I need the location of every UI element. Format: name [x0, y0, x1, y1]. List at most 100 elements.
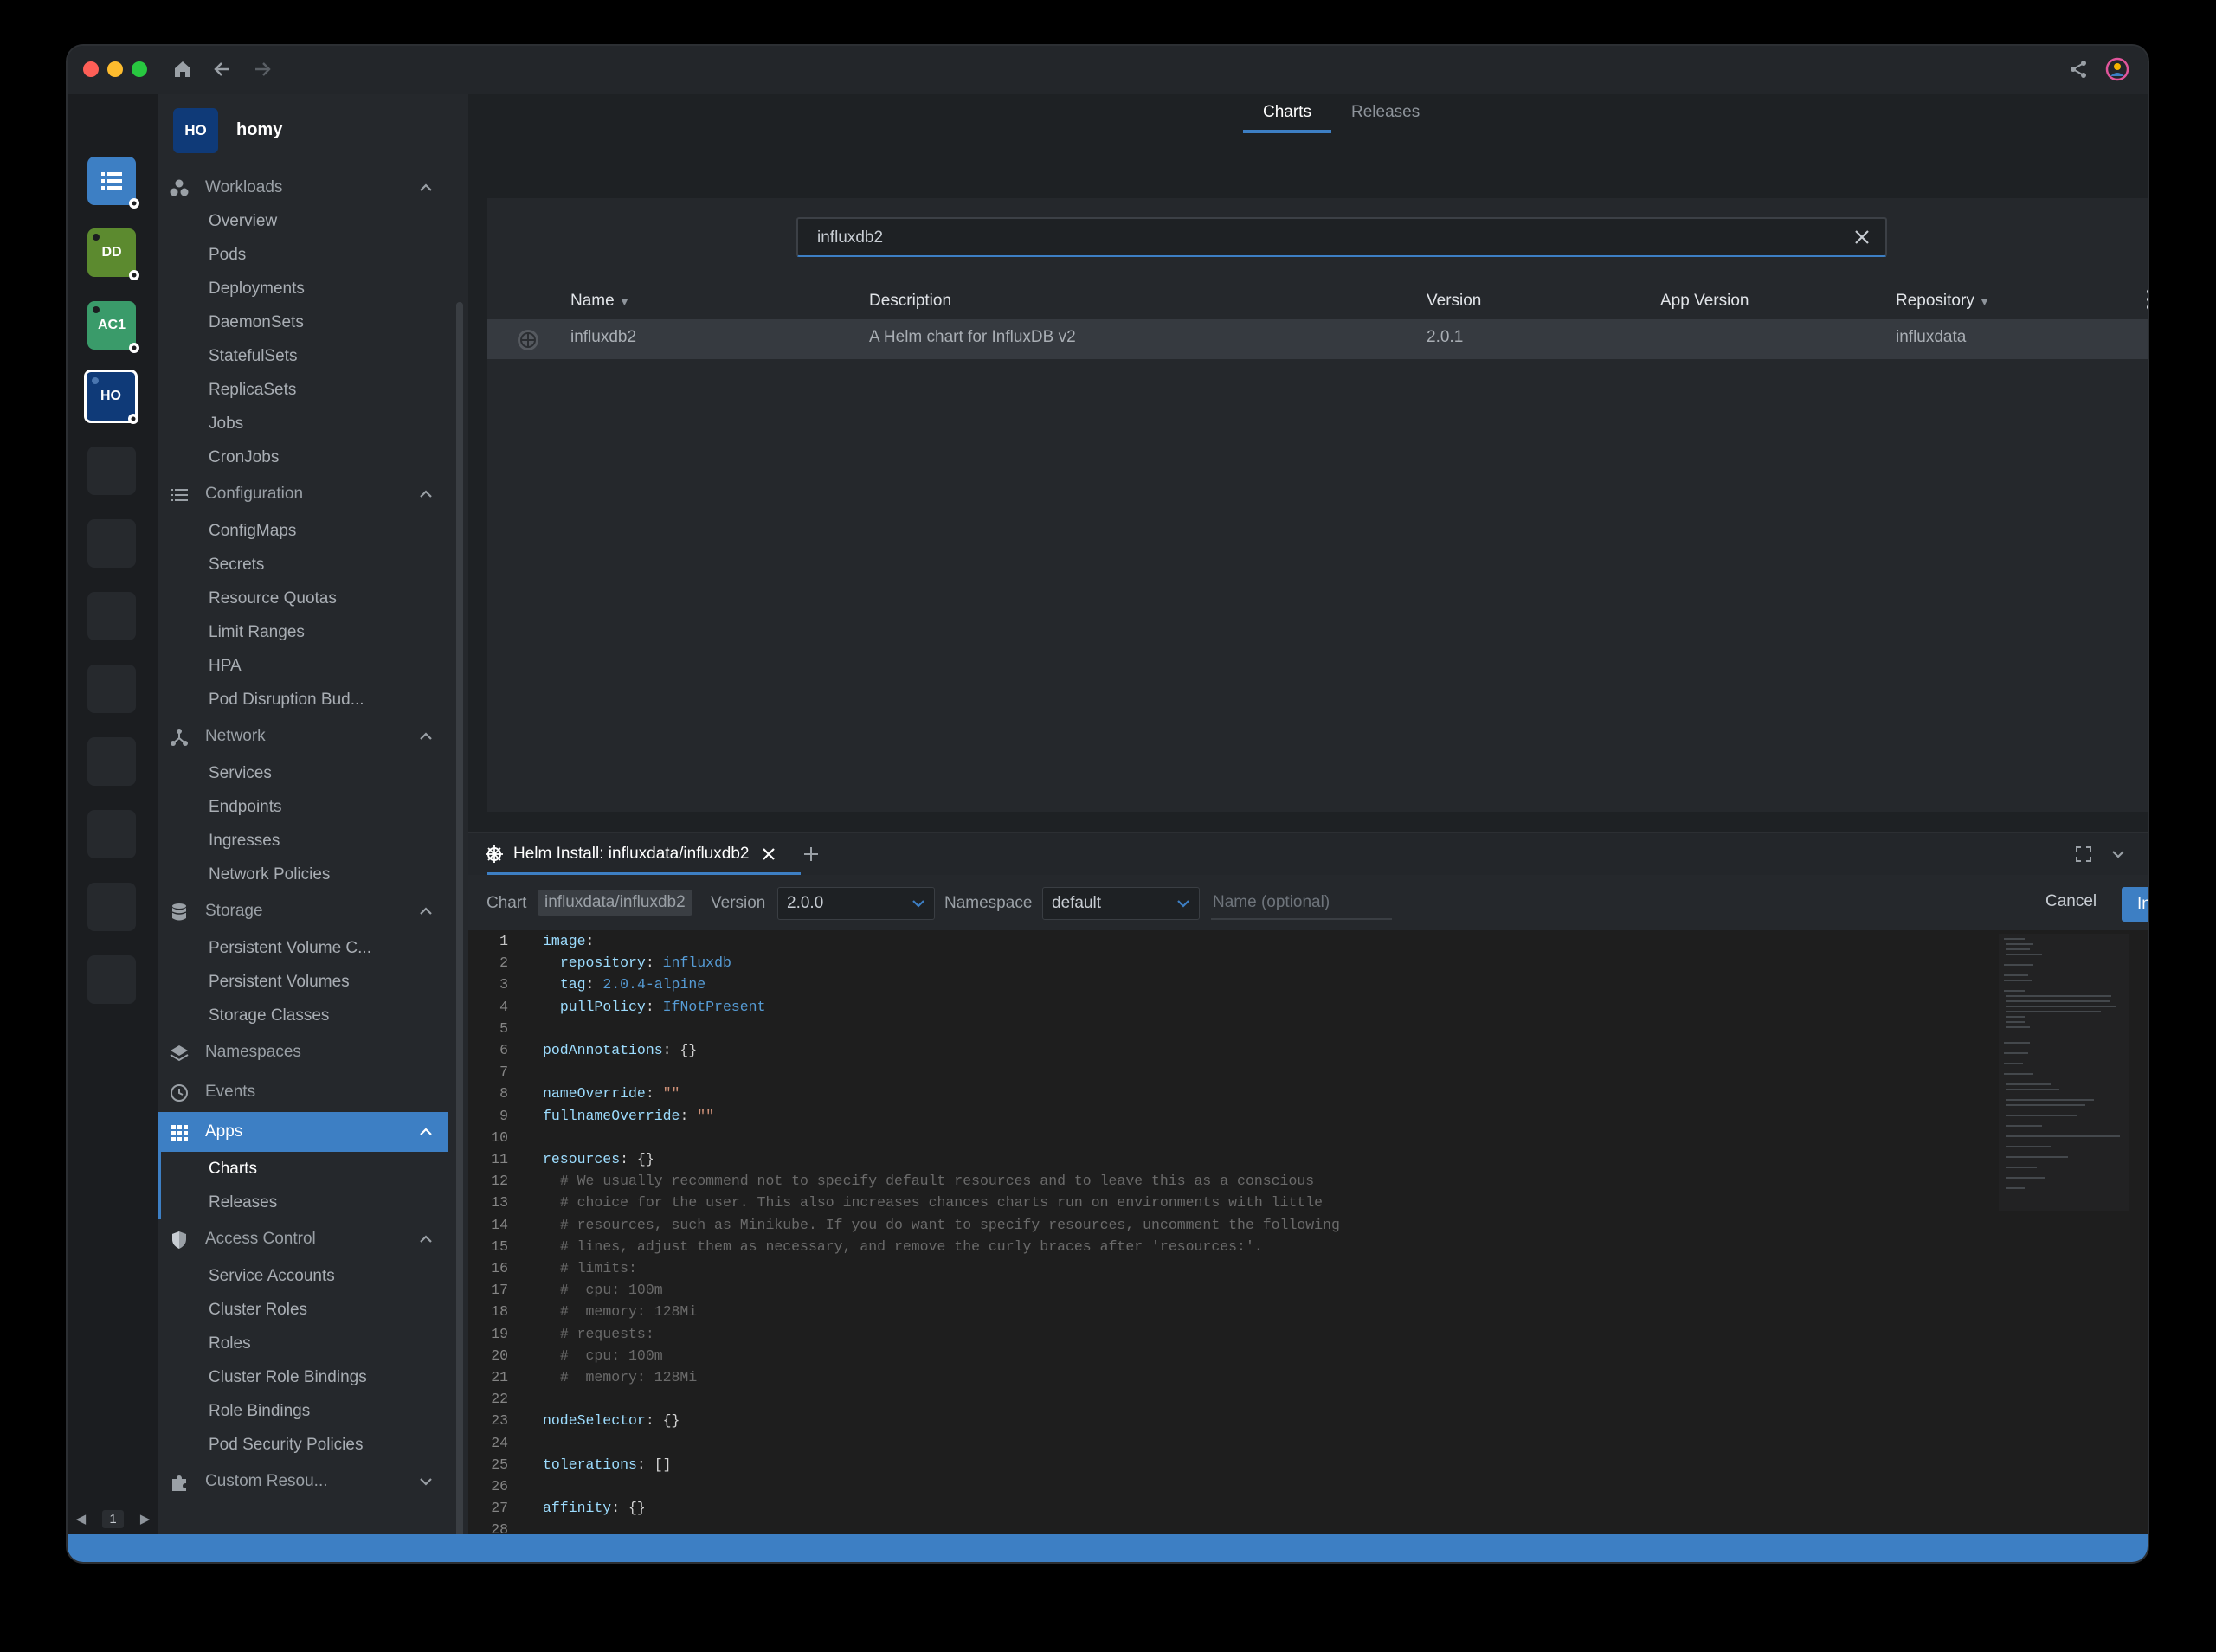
home-icon[interactable]: [170, 56, 196, 82]
add-tab-icon[interactable]: [802, 845, 820, 863]
sidebar-item-configmaps[interactable]: ConfigMaps: [158, 514, 448, 548]
sidebar-section-configuration[interactable]: Configuration: [158, 474, 448, 514]
sidebar-item-persistent-volumes[interactable]: Persistent Volumes: [158, 965, 448, 999]
dock-panel: Helm Install: influxdata/influxdb2 Chart…: [468, 832, 2148, 1560]
cancel-button[interactable]: Cancel: [2045, 892, 2097, 911]
back-arrow-icon[interactable]: [209, 56, 235, 82]
sidebar-scrollbar[interactable]: [456, 302, 463, 1562]
sidebar-item-role-bindings[interactable]: Role Bindings: [158, 1394, 448, 1428]
hotbar-empty-slot[interactable]: [87, 665, 136, 713]
chevron-up-icon: [420, 490, 432, 498]
values-editor[interactable]: 1 image: 2 repository: influxdb 3 tag: 2.0.…: [468, 930, 2148, 1560]
hotbar-empty-slot[interactable]: [87, 519, 136, 568]
sidebar-item-statefulsets[interactable]: StatefulSets: [158, 339, 448, 373]
sidebar-item-pods[interactable]: Pods: [158, 238, 448, 272]
hotbar-item-catalog[interactable]: [87, 157, 139, 209]
hotbar-empty-slot[interactable]: [87, 447, 136, 495]
sidebar-item-services[interactable]: Services: [158, 756, 448, 790]
sidebar-item-limit-ranges[interactable]: Limit Ranges: [158, 615, 448, 649]
sidebar-section-namespaces[interactable]: Namespaces: [158, 1032, 448, 1072]
sidebar-item-cluster-roles[interactable]: Cluster Roles: [158, 1293, 448, 1327]
tab-releases[interactable]: Releases: [1351, 103, 1420, 122]
sidebar-item-persistent-volume-claims[interactable]: Persistent Volume C...: [158, 931, 448, 965]
sidebar-item-network-policies[interactable]: Network Policies: [158, 858, 448, 891]
clock-icon: [171, 1084, 188, 1102]
hotbar-item-ho[interactable]: HO: [84, 370, 138, 424]
sidebar-item-pod-disruption-budgets[interactable]: Pod Disruption Bud...: [158, 683, 448, 717]
forward-arrow-icon[interactable]: [249, 56, 275, 82]
sidebar-item-roles[interactable]: Roles: [158, 1327, 448, 1360]
column-header-app-version[interactable]: App Version: [1660, 292, 1749, 311]
install-button[interactable]: Install: [2122, 887, 2148, 922]
hotbar-item-dd[interactable]: DD: [87, 228, 139, 280]
line-number: 24: [491, 1434, 508, 1451]
hotbar-empty-slot[interactable]: [87, 883, 136, 931]
sidebar-item-storage-classes[interactable]: Storage Classes: [158, 999, 448, 1032]
sidebar-section-apps[interactable]: Apps: [158, 1112, 448, 1152]
column-header-version[interactable]: Version: [1427, 292, 1481, 311]
minimize-window-button[interactable]: [107, 61, 123, 77]
main-area: Charts Releases Name ▼ Description Versi…: [468, 94, 2148, 1560]
dock-tab-helm-install[interactable]: Helm Install: influxdata/influxdb2: [486, 833, 820, 875]
next-page-icon[interactable]: ▶: [140, 1511, 151, 1527]
code-text: # requests:: [559, 1325, 654, 1342]
row-description: A Helm chart for InfluxDB v2: [869, 328, 1076, 346]
sidebar-section-storage[interactable]: Storage: [158, 891, 448, 931]
sidebar-item-ingresses[interactable]: Ingresses: [158, 824, 448, 858]
editor-minimap[interactable]: [1999, 934, 2129, 1211]
sidebar-section-custom-resources[interactable]: Custom Resou...: [158, 1462, 448, 1501]
column-header-name[interactable]: Name ▼: [570, 292, 630, 311]
chevron-down-icon[interactable]: [2110, 845, 2127, 863]
apps-grid-icon: [171, 1125, 188, 1141]
sidebar-section-label: Custom Resou...: [205, 1472, 328, 1490]
table-menu-icon[interactable]: [2146, 288, 2148, 316]
fullscreen-icon[interactable]: [2075, 845, 2092, 863]
sidebar-section-access-control[interactable]: Access Control: [158, 1219, 448, 1259]
sidebar-item-cluster-role-bindings[interactable]: Cluster Role Bindings: [158, 1360, 448, 1394]
clear-search-icon[interactable]: [1852, 228, 1871, 247]
hotbar-empty-slot[interactable]: [87, 810, 136, 858]
sidebar-item-hpa[interactable]: HPA: [158, 649, 448, 683]
sidebar-item-overview[interactable]: Overview: [158, 204, 448, 238]
dock-tab-title: Helm Install: influxdata/influxdb2: [513, 845, 750, 863]
user-account-icon[interactable]: [2104, 56, 2130, 82]
sidebar-item-endpoints[interactable]: Endpoints: [158, 790, 448, 824]
hotbar-empty-slot[interactable]: [87, 955, 136, 1004]
share-icon[interactable]: [2065, 56, 2091, 82]
hotbar-empty-slot[interactable]: [87, 592, 136, 640]
sidebar-item-service-accounts[interactable]: Service Accounts: [158, 1259, 448, 1293]
sidebar-item-cronjobs[interactable]: CronJobs: [158, 440, 448, 474]
sidebar-item-resource-quotas[interactable]: Resource Quotas: [158, 582, 448, 615]
prev-page-icon[interactable]: ◀: [76, 1511, 87, 1527]
sidebar-item-deployments[interactable]: Deployments: [158, 272, 448, 305]
close-tab-icon[interactable]: [761, 846, 776, 862]
close-window-button[interactable]: [83, 61, 99, 77]
table-row[interactable]: influxdb2 A Helm chart for InfluxDB v2 2…: [487, 319, 2148, 359]
zoom-window-button[interactable]: [132, 61, 147, 77]
sidebar-item-releases[interactable]: Releases: [161, 1186, 448, 1219]
sidebar-item-replicasets[interactable]: ReplicaSets: [158, 373, 448, 407]
sidebar-item-pod-security-policies[interactable]: Pod Security Policies: [158, 1428, 448, 1462]
column-header-description[interactable]: Description: [869, 292, 951, 311]
sidebar-item-charts[interactable]: Charts: [161, 1152, 448, 1186]
sidebar-section-network[interactable]: Network: [158, 717, 448, 756]
sidebar-section-label: Apps: [205, 1122, 243, 1141]
hotbar-empty-slot[interactable]: [87, 737, 136, 786]
column-header-repository[interactable]: Repository ▼: [1896, 292, 1990, 311]
search-box[interactable]: [796, 217, 1887, 257]
sidebar-item-daemonsets[interactable]: DaemonSets: [158, 305, 448, 339]
search-input[interactable]: [815, 226, 1840, 250]
line-number: 27: [491, 1500, 508, 1517]
sidebar-item-jobs[interactable]: Jobs: [158, 407, 448, 440]
version-select[interactable]: 2.0.0: [777, 887, 935, 920]
sidebar-section-workloads[interactable]: Workloads: [158, 171, 448, 204]
hotbar-item-ac1[interactable]: AC1: [87, 301, 139, 353]
sidebar-section-events[interactable]: Events: [158, 1072, 448, 1112]
release-name-input[interactable]: [1211, 887, 1392, 920]
tab-charts[interactable]: Charts: [1263, 103, 1311, 122]
namespace-select[interactable]: default: [1042, 887, 1200, 920]
cluster-avatar[interactable]: HO: [173, 108, 218, 153]
line-number: 21: [491, 1369, 508, 1385]
sidebar-item-secrets[interactable]: Secrets: [158, 548, 448, 582]
code-text: # cpu: 100m: [559, 1347, 663, 1364]
